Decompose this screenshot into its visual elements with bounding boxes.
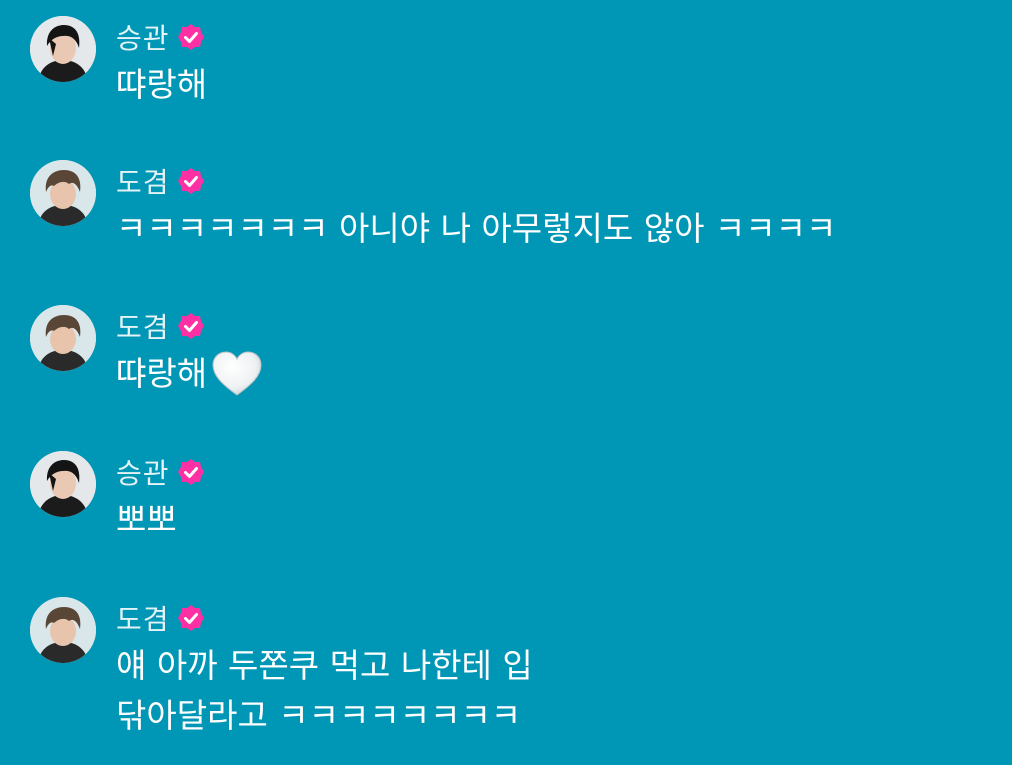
avatar-photo-icon bbox=[30, 160, 96, 226]
verified-badge-icon bbox=[177, 313, 204, 339]
sender-avatar[interactable] bbox=[30, 160, 96, 226]
verified-badge-icon bbox=[177, 459, 204, 485]
sender-avatar[interactable] bbox=[30, 305, 96, 371]
chat-message-list: 승관 땨랑해 도겸 ㅋㅋㅋㅋㅋㅋㅋ 아니야 나 아무렇지도 않아 ㅋㅋㅋㅋ 도겸… bbox=[0, 0, 1012, 765]
avatar-photo-icon bbox=[30, 597, 96, 663]
avatar-photo-icon bbox=[30, 305, 96, 371]
avatar-photo-icon bbox=[30, 16, 96, 82]
verified-badge-icon bbox=[177, 605, 204, 631]
sender-name[interactable]: 도겸 bbox=[116, 161, 170, 201]
sender-name[interactable]: 도겸 bbox=[116, 598, 170, 638]
message-text: 뽀뽀 bbox=[116, 500, 177, 539]
white-heart-icon bbox=[212, 351, 262, 396]
sender-avatar[interactable] bbox=[30, 451, 96, 517]
sender-avatar[interactable] bbox=[30, 597, 96, 663]
avatar-photo-icon bbox=[30, 451, 96, 517]
sender-name[interactable]: 도겸 bbox=[116, 306, 170, 346]
message-text: ㅋㅋㅋㅋㅋㅋㅋ 아니야 나 아무렇지도 않아 ㅋㅋㅋㅋ bbox=[116, 209, 837, 248]
verified-badge-icon bbox=[177, 24, 204, 50]
message-text: 땨랑해 bbox=[116, 349, 1000, 399]
sender-avatar[interactable] bbox=[30, 16, 96, 82]
verified-badge-icon bbox=[177, 168, 204, 194]
message-text: 땨랑해 bbox=[116, 65, 208, 104]
message-text-content: 땨랑해 bbox=[116, 354, 208, 393]
sender-name[interactable]: 승관 bbox=[116, 17, 170, 57]
sender-name[interactable]: 승관 bbox=[116, 452, 170, 492]
message-text: 얘 아까 두쫀쿠 먹고 나한테 입 닦아달라고 ㅋㅋㅋㅋㅋㅋㅋㅋ bbox=[116, 646, 533, 735]
